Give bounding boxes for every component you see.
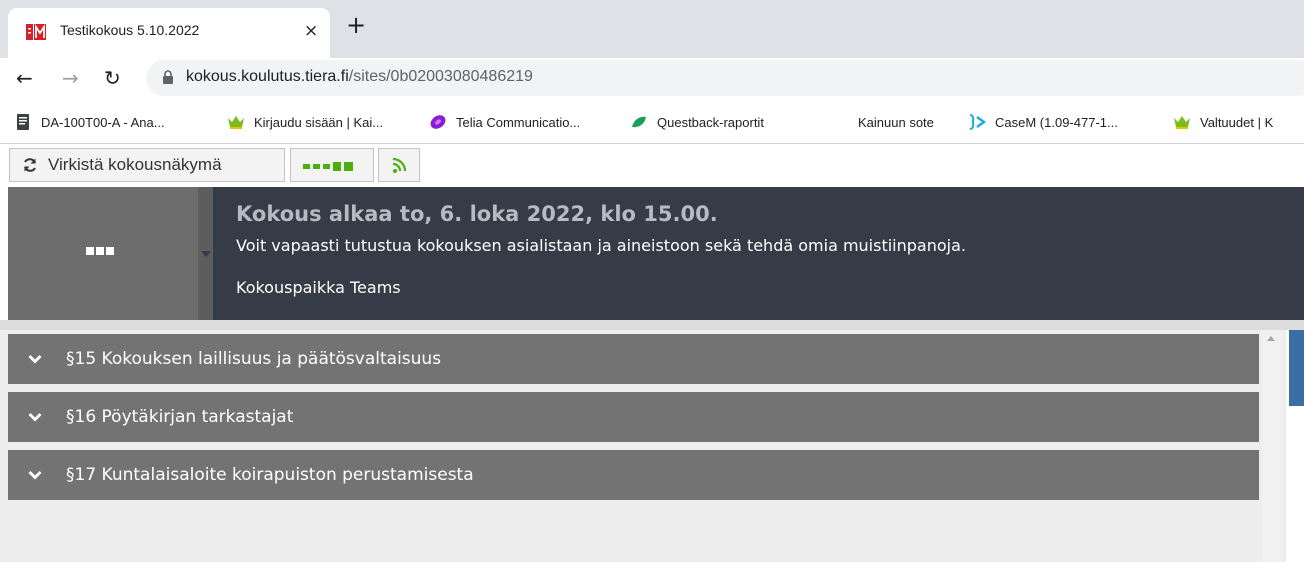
connection-status-button[interactable] [290, 148, 374, 182]
url-path: /sites/0b02003080486219 [348, 68, 533, 85]
agenda-divider [0, 320, 1304, 330]
leaf-icon [632, 116, 646, 128]
bookmark-label: DA-100T00-A - Ana... [41, 114, 165, 130]
address-bar[interactable]: kokous.koulutus.tiera.fi/sites/0b0200308… [146, 60, 1304, 96]
rss-icon [392, 157, 407, 173]
agenda-item-label: §15 Kokouksen laillisuus ja päätösvaltai… [66, 349, 442, 369]
crown-icon [228, 116, 244, 129]
bookmark-item[interactable]: Valtuudet | K [1173, 112, 1273, 132]
chevron-down-icon [28, 355, 42, 364]
back-arrow-icon[interactable]: ← [16, 67, 33, 89]
bookmark-label: CaseM (1.09-477-1... [995, 114, 1118, 130]
agenda-item-label: §17 Kuntalaisaloite koirapuiston perusta… [66, 465, 474, 485]
bookmark-label: Kainuun sote [858, 114, 934, 130]
refresh-icon [24, 158, 36, 172]
rss-feed-button[interactable] [378, 148, 420, 182]
meeting-side-panel [8, 187, 198, 320]
telia-icon [430, 115, 446, 129]
meeting-toolbar: Virkistä kokousnäkymä [0, 145, 1304, 187]
bookmark-item[interactable]: Kirjaudu sisään | Kai... [227, 112, 383, 132]
agenda-item[interactable]: §17 Kuntalaisaloite koirapuiston perusta… [8, 450, 1259, 500]
agenda-item-label: §16 Pöytäkirjan tarkastajat [66, 407, 294, 427]
meeting-description: Voit vapaasti tutustua kokouksen asialis… [236, 236, 966, 255]
casem-icon [969, 114, 986, 130]
scroll-up-icon[interactable] [1267, 336, 1275, 341]
bookmark-label: Telia Communicatio... [456, 114, 581, 130]
tab-title: Testikokous 5.10.2022 [60, 22, 200, 38]
side-panel-toggle[interactable] [198, 187, 213, 320]
url-host: kokous.koulutus.tiera.fi [186, 68, 349, 85]
reload-icon[interactable]: ↻ [104, 67, 121, 89]
close-tab-icon[interactable]: × [304, 21, 318, 41]
bookmark-item[interactable]: Kainuun sote [858, 112, 934, 132]
chevron-down-icon [201, 251, 211, 257]
meeting-title: Kokous alkaa to, 6. loka 2022, klo 15.00… [236, 202, 718, 226]
agenda-item[interactable]: §16 Pöytäkirjan tarkastajat [8, 392, 1259, 442]
signal-strength-icon [303, 162, 353, 171]
agenda-list: §15 Kokouksen laillisuus ja päätösvaltai… [0, 320, 1304, 562]
bookmark-label: Kirjaudu sisään | Kai... [254, 114, 384, 130]
chevron-down-icon [28, 413, 42, 422]
url-text: kokous.koulutus.tiera.fi/sites/0b0200308… [186, 68, 533, 86]
crown-icon [1174, 116, 1190, 129]
meeting-place: Kokouspaikka Teams [236, 278, 401, 297]
agenda-scrollbar[interactable] [1262, 330, 1283, 562]
refresh-meeting-view-button[interactable]: Virkistä kokousnäkymä [9, 148, 285, 182]
bookmark-item[interactable]: DA-100T00-A - Ana... [14, 112, 165, 132]
bookmark-item[interactable]: CaseM (1.09-477-1... [968, 112, 1118, 132]
bookmark-label: Questback-raportit [657, 114, 764, 130]
more-options-icon[interactable] [86, 247, 114, 255]
new-tab-icon[interactable]: + [346, 13, 366, 37]
browser-tab[interactable]: Testikokous 5.10.2022 × [8, 8, 330, 58]
meeting-header: Kokous alkaa to, 6. loka 2022, klo 15.00… [8, 187, 1304, 320]
forward-arrow-icon[interactable]: → [62, 67, 79, 89]
lock-icon[interactable] [162, 70, 174, 85]
bookmark-label: Valtuudet | K [1200, 114, 1274, 130]
document-icon [17, 114, 29, 130]
browser-tab-strip: Testikokous 5.10.2022 × + [0, 0, 1304, 58]
chevron-down-icon [28, 471, 42, 480]
bookmark-item[interactable]: Questback-raportit [630, 112, 764, 132]
bookmark-item[interactable]: Telia Communicatio... [429, 112, 580, 132]
browser-toolbar: ← → ↻ kokous.koulutus.tiera.fi/sites/0b0… [0, 58, 1304, 100]
side-panel-accent [1289, 330, 1304, 406]
site-favicon-icon [26, 22, 46, 42]
refresh-meeting-view-label: Virkistä kokousnäkymä [48, 155, 222, 174]
agenda-item[interactable]: §15 Kokouksen laillisuus ja päätösvaltai… [8, 334, 1259, 384]
bookmarks-bar: DA-100T00-A - Ana... Kirjaudu sisään | K… [0, 100, 1304, 144]
